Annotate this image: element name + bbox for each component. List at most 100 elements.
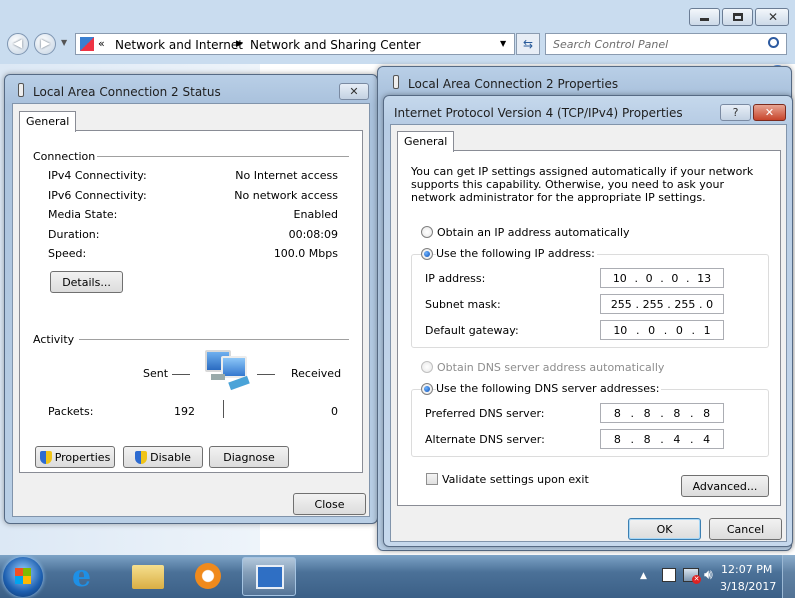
speed-value: 100.0 Mbps bbox=[273, 247, 338, 260]
ip-address-label: IP address: bbox=[425, 272, 486, 285]
overflow-chevron-icon[interactable]: « bbox=[98, 37, 105, 50]
use-following-ip-radio[interactable] bbox=[421, 248, 433, 260]
volume-icon[interactable]: 🔊︎ bbox=[704, 567, 713, 583]
diagnose-button[interactable]: Diagnose bbox=[209, 446, 289, 468]
status-close-x-button[interactable]: ✕ bbox=[339, 83, 369, 100]
packets-divider bbox=[223, 400, 224, 418]
network-error-icon[interactable]: ✕ bbox=[683, 568, 701, 584]
preferred-octet-2: 8 bbox=[643, 406, 651, 420]
received-line bbox=[257, 374, 275, 375]
forward-button[interactable]: ▶ bbox=[34, 33, 56, 55]
obtain-dns-auto-radio bbox=[421, 361, 433, 373]
tab-general[interactable]: General bbox=[397, 131, 455, 152]
close-button[interactable]: Close bbox=[293, 493, 366, 515]
history-dropdown-icon[interactable]: ▼ bbox=[61, 38, 67, 47]
clock-time[interactable]: 12:07 PM bbox=[721, 563, 772, 576]
maximize-button[interactable] bbox=[722, 8, 753, 26]
ipv4-close-x-button[interactable]: ✕ bbox=[753, 104, 786, 121]
breadcrumb-separator-icon[interactable]: ▶ bbox=[236, 39, 243, 49]
internet-explorer-taskbar-button[interactable]: e bbox=[60, 557, 116, 596]
help-button-label: ? bbox=[732, 106, 739, 119]
properties-button[interactable]: Properties bbox=[35, 446, 115, 468]
alternate-dns-field[interactable]: 8. 8. 4. 4 bbox=[600, 429, 724, 449]
cancel-button-label: Cancel bbox=[726, 522, 765, 536]
ip-octet-4: 13 bbox=[697, 271, 712, 285]
connection-header: Connection bbox=[33, 150, 96, 163]
ipv4-dialog: Internet Protocol Version 4 (TCP/IPv4) P… bbox=[383, 95, 793, 547]
subnet-mask-label: Subnet mask: bbox=[425, 298, 501, 311]
start-button[interactable] bbox=[3, 557, 43, 597]
activity-divider bbox=[79, 339, 349, 340]
address-bar[interactable]: « Network and Internet ▶ Network and Sha… bbox=[75, 33, 515, 55]
gateway-octet-3: 0 bbox=[675, 323, 683, 337]
packets-label: Packets: bbox=[48, 405, 94, 418]
uac-shield-icon bbox=[135, 450, 148, 464]
network-computers-icon bbox=[205, 350, 253, 391]
media-player-icon bbox=[195, 563, 221, 589]
close-button-label: Close bbox=[314, 497, 345, 511]
folder-icon bbox=[132, 565, 164, 589]
breadcrumb-network-and-sharing-center[interactable]: Network and Sharing Center bbox=[250, 38, 421, 52]
advanced-button-label: Advanced... bbox=[692, 479, 758, 493]
properties-button-label: Properties bbox=[54, 450, 111, 464]
subnet-mask-field[interactable]: 255. 255. 255. 0 bbox=[600, 294, 724, 314]
gateway-octet-4: 1 bbox=[703, 323, 711, 337]
preferred-dns-field[interactable]: 8. 8. 8. 8 bbox=[600, 403, 724, 423]
control-panel-taskbar-button[interactable] bbox=[242, 557, 296, 596]
mask-octet-3: 255 bbox=[674, 297, 696, 311]
alternate-dns-label: Alternate DNS server: bbox=[425, 433, 545, 446]
mask-octet-2: 255 bbox=[642, 297, 664, 311]
cancel-button[interactable]: Cancel bbox=[709, 518, 782, 540]
ipv6-connectivity-value: No network access bbox=[234, 189, 338, 202]
media-player-taskbar-button[interactable] bbox=[180, 557, 236, 596]
close-window-button[interactable]: ✕ bbox=[755, 8, 789, 26]
address-dropdown-icon[interactable]: ▼ bbox=[500, 39, 506, 48]
speed-label: Speed: bbox=[48, 247, 87, 260]
use-following-dns-label[interactable]: Use the following DNS server addresses: bbox=[436, 382, 662, 395]
activity-header: Activity bbox=[33, 333, 75, 346]
packets-received-value: 0 bbox=[331, 405, 338, 418]
use-following-ip-label[interactable]: Use the following IP address: bbox=[436, 247, 597, 260]
show-hidden-icons-icon[interactable]: ▲ bbox=[640, 571, 647, 581]
clock-date[interactable]: 3/18/2017 bbox=[720, 580, 776, 593]
gateway-octet-1: 10 bbox=[613, 323, 628, 337]
obtain-ip-auto-label[interactable]: Obtain an IP address automatically bbox=[437, 226, 630, 239]
search-placeholder: Search Control Panel bbox=[553, 38, 669, 51]
minimize-button[interactable] bbox=[689, 8, 720, 26]
help-button[interactable]: ? bbox=[720, 104, 751, 121]
obtain-ip-auto-radio[interactable] bbox=[421, 226, 433, 238]
media-state-value: Enabled bbox=[293, 208, 338, 221]
tab-general[interactable]: General bbox=[19, 111, 77, 132]
ip-octet-2: 0 bbox=[645, 271, 653, 285]
search-icon[interactable] bbox=[768, 37, 779, 48]
file-explorer-taskbar-button[interactable] bbox=[120, 557, 176, 596]
show-desktop-button[interactable] bbox=[782, 555, 795, 598]
validate-label[interactable]: Validate settings upon exit bbox=[442, 473, 589, 486]
duration-label: Duration: bbox=[48, 228, 100, 241]
validate-checkbox[interactable] bbox=[426, 473, 438, 485]
details-button[interactable]: Details... bbox=[50, 271, 123, 293]
default-gateway-field[interactable]: 10. 0. 0. 1 bbox=[600, 320, 724, 340]
ip-octet-3: 0 bbox=[671, 271, 679, 285]
ipv4-connectivity-value: No Internet access bbox=[235, 169, 338, 182]
refresh-button[interactable]: ⇆ bbox=[516, 33, 540, 55]
default-gateway-label: Default gateway: bbox=[425, 324, 519, 337]
use-following-dns-radio[interactable] bbox=[421, 383, 433, 395]
ipv4-dialog-title: Internet Protocol Version 4 (TCP/IPv4) P… bbox=[394, 106, 683, 120]
ok-button[interactable]: OK bbox=[628, 518, 701, 540]
status-dialog: Local Area Connection 2 Status ✕ General… bbox=[4, 74, 378, 524]
action-center-icon[interactable] bbox=[662, 568, 676, 582]
internet-explorer-icon: e bbox=[72, 559, 92, 594]
search-input[interactable]: Search Control Panel bbox=[545, 33, 787, 55]
ip-address-field[interactable]: 10. 0. 0. 13 bbox=[600, 268, 724, 288]
gateway-octet-2: 0 bbox=[648, 323, 656, 337]
advanced-button[interactable]: Advanced... bbox=[681, 475, 769, 497]
preferred-octet-4: 8 bbox=[703, 406, 711, 420]
packets-sent-value: 192 bbox=[174, 405, 195, 418]
status-dialog-title: Local Area Connection 2 Status bbox=[33, 85, 221, 99]
breadcrumb-network-and-internet[interactable]: Network and Internet bbox=[115, 38, 243, 52]
disable-button[interactable]: Disable bbox=[123, 446, 203, 468]
connection-divider bbox=[97, 156, 349, 157]
back-button[interactable]: ◀ bbox=[7, 33, 29, 55]
uac-shield-icon bbox=[39, 450, 52, 464]
